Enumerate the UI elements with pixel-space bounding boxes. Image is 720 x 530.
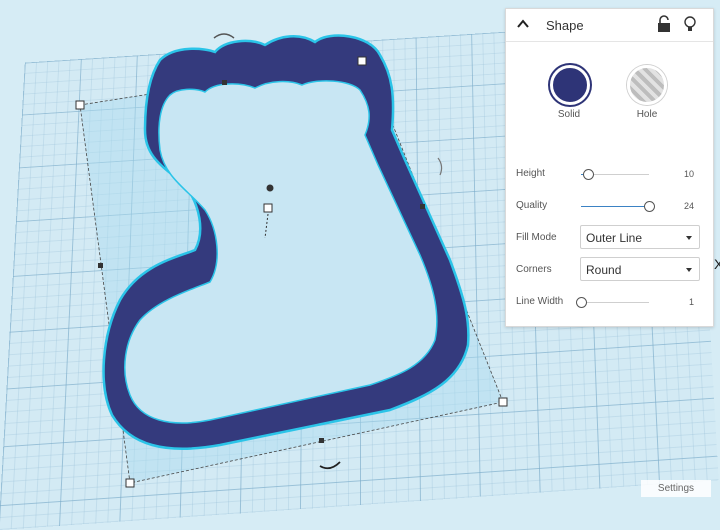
corners-value: Round — [586, 263, 622, 277]
panel-header: Shape — [506, 9, 713, 42]
line-width-slider-thumb[interactable] — [576, 297, 587, 308]
height-slider-thumb[interactable] — [582, 169, 594, 180]
elevation-handle[interactable] — [266, 184, 274, 192]
line-width-label: Line Width — [516, 296, 564, 307]
quality-value: 24 — [683, 201, 694, 211]
hole-label: Hole — [636, 109, 658, 120]
panel-title: Shape — [546, 18, 584, 33]
rotate-handle-bottom-icon[interactable] — [319, 461, 341, 470]
height-label: Height — [516, 168, 545, 179]
corners-select[interactable]: Round — [580, 257, 700, 281]
corner-handle-bottom-right[interactable] — [498, 397, 508, 407]
chevron-up-icon[interactable] — [516, 17, 530, 31]
corner-handle-top-left[interactable] — [75, 100, 85, 110]
rotate-handle-top-icon[interactable] — [213, 33, 235, 39]
corner-handle-bottom-left[interactable] — [125, 478, 135, 488]
rotate-handle-side-icon[interactable] — [437, 157, 443, 176]
center-height-handle[interactable] — [263, 203, 273, 213]
quality-slider[interactable] — [581, 201, 655, 212]
height-value: 10 — [683, 169, 694, 179]
quality-label: Quality — [516, 200, 548, 211]
corners-label: Corners — [516, 264, 552, 275]
lock-icon[interactable] — [656, 15, 672, 33]
corner-handle-top-right[interactable] — [357, 56, 367, 66]
settings-button[interactable]: Settings — [641, 480, 711, 497]
chevron-down-icon — [686, 236, 692, 240]
fill-mode-label: Fill Mode — [516, 232, 557, 243]
lightbulb-icon[interactable] — [682, 15, 698, 33]
line-width-slider[interactable] — [576, 297, 649, 308]
solid-label: Solid — [557, 109, 581, 120]
chevron-down-icon — [686, 268, 692, 272]
solid-color-swatch[interactable] — [550, 65, 590, 105]
fill-mode-value: Outer Line — [586, 231, 643, 245]
mid-handle-left[interactable] — [98, 263, 103, 268]
quality-slider-fill — [581, 206, 649, 207]
edge-glyph: X — [714, 256, 720, 272]
mid-handle-bottom[interactable] — [319, 438, 324, 443]
shape-inspector-panel: Shape Solid Hole Height 10 Quality 24 Fi… — [505, 8, 714, 327]
hole-swatch[interactable] — [627, 65, 667, 105]
quality-slider-thumb[interactable] — [644, 201, 655, 212]
mid-handle-right[interactable] — [420, 204, 425, 209]
height-slider[interactable] — [581, 169, 649, 180]
line-width-value: 1 — [688, 297, 694, 307]
fill-mode-select[interactable]: Outer Line — [580, 225, 700, 249]
mid-handle-top[interactable] — [222, 80, 227, 85]
